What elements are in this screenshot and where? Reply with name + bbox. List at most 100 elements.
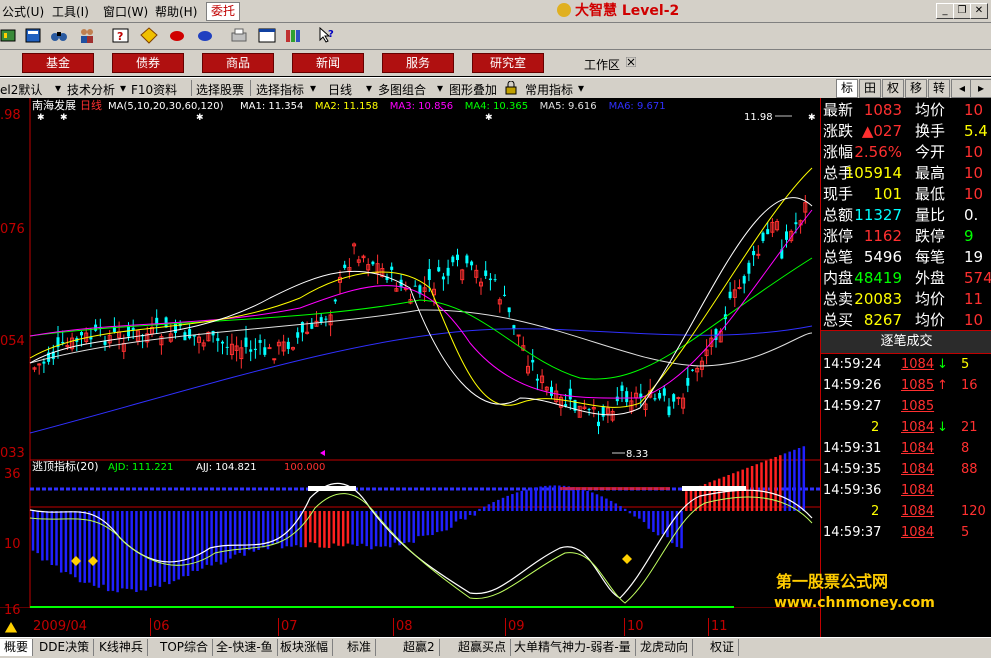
quote-label: 涨跌	[823, 122, 854, 140]
restore-button[interactable]: ❐	[953, 3, 971, 19]
tick-row: 2 1084 ↓ 21	[821, 417, 991, 438]
table-icon[interactable]	[24, 27, 42, 44]
chevron-down-icon[interactable]: ▾	[310, 81, 316, 95]
tab-top[interactable]: TOP综合	[156, 639, 214, 656]
red-leaf-icon[interactable]	[168, 27, 186, 44]
people-icon[interactable]	[78, 27, 96, 44]
quote-value: 20083	[854, 290, 902, 308]
quote-value: 5.4	[964, 122, 988, 140]
select-stock[interactable]: 选择股票	[196, 81, 244, 98]
close-button[interactable]: ✕	[970, 3, 988, 19]
tab-fast-fish[interactable]: 全-快速-鱼	[212, 639, 278, 656]
nav-research[interactable]: 研究室	[472, 53, 544, 73]
tab-kline-god[interactable]: K线神兵	[95, 639, 148, 656]
tab-quote[interactable]: 标	[836, 79, 858, 98]
multi-chart[interactable]: 多图组合	[378, 81, 426, 98]
tab-standard[interactable]: 标准	[343, 639, 377, 656]
close-icon[interactable]	[626, 57, 636, 67]
tab-dde[interactable]: DDE决策	[35, 639, 95, 656]
lock-icon[interactable]	[505, 81, 517, 95]
chevron-down-icon[interactable]: ▾	[437, 81, 443, 95]
chevron-down-icon[interactable]: ▾	[55, 81, 61, 95]
y-label-bottom: 033	[0, 446, 25, 461]
tab-transfer[interactable]: 转	[928, 79, 950, 98]
tick-row: 14:59:35 1084 88	[821, 459, 991, 480]
tab-warrant[interactable]: 权证	[706, 639, 740, 656]
layout-default[interactable]: el2默认	[0, 81, 42, 98]
tick-volume: 16	[961, 378, 978, 393]
chevron-down-icon[interactable]: ▾	[366, 81, 372, 95]
tick-time: 14:59:27	[823, 399, 882, 414]
tab-super-win-buy[interactable]: 超赢买点	[454, 639, 512, 656]
period-daily[interactable]: 日线	[328, 81, 352, 98]
quote-value: ▲027	[861, 122, 902, 140]
logo-icon	[557, 3, 571, 17]
date-label: 07	[281, 619, 298, 634]
indicator-name: 逃顶指标(20)	[32, 459, 99, 473]
separator	[250, 80, 251, 96]
quote-value: 2.56%	[854, 143, 902, 161]
common-indicators[interactable]: 常用指标	[525, 81, 573, 98]
entrust-button[interactable]: 委托	[206, 2, 241, 21]
tick-price: 1084	[901, 525, 935, 540]
tab-dragon[interactable]: 龙虎动向	[636, 639, 694, 656]
binoculars-icon[interactable]	[50, 27, 68, 44]
function-bar: el2默认 ▾ 技术分析 ▾ F10资料 选择股票 选择指标 ▾ 日线 ▾ 多图…	[0, 77, 991, 99]
f10-info[interactable]: F10资料	[131, 81, 177, 98]
tick-time: 14:59:36	[823, 483, 882, 498]
tick-time: 14:59:37	[823, 525, 882, 540]
workspace-label[interactable]: 工作区	[584, 56, 620, 73]
warning-icon[interactable]	[3, 620, 19, 634]
quote-row: 涨幅 2.56% 今开 10	[821, 142, 991, 163]
nav-service[interactable]: 服务	[382, 53, 454, 73]
tab-rights[interactable]: 权	[882, 79, 904, 98]
date-label: 10	[627, 619, 644, 634]
tab-move[interactable]: 移	[905, 79, 927, 98]
chevron-down-icon[interactable]: ▾	[578, 81, 584, 95]
quote-label: 今开	[915, 143, 946, 161]
chart-overlay[interactable]: 图形叠加	[449, 81, 497, 98]
diamond-icon[interactable]	[140, 27, 158, 44]
date-label: 08	[396, 619, 413, 634]
quote-value: 10	[964, 143, 984, 161]
window-icon[interactable]	[258, 27, 276, 44]
menu-help[interactable]: 帮助(H)	[155, 3, 197, 20]
nav-commodity[interactable]: 商品	[202, 53, 274, 73]
nav-news[interactable]: 新闻	[292, 53, 364, 73]
chevron-down-icon[interactable]: ▾	[120, 81, 126, 95]
tab-grid[interactable]: 田	[859, 79, 881, 98]
chart-icon[interactable]	[0, 27, 18, 44]
kline-chart[interactable]: 南海发展 日线 MA(5,10,20,30,60,120) MA1: 11.35…	[0, 98, 820, 608]
menu-formula[interactable]: 公式(U)	[2, 3, 44, 20]
tech-analysis[interactable]: 技术分析	[67, 81, 115, 98]
quote-value: 10	[964, 164, 984, 182]
date-label: 09	[508, 619, 525, 634]
tick-header[interactable]: 逐笔成交	[821, 330, 991, 354]
tab-summary[interactable]: 概要	[0, 639, 34, 656]
tab-sector-rise[interactable]: 板块涨幅	[276, 639, 334, 656]
nav-fund[interactable]: 基金	[22, 53, 94, 73]
tab-super-win2[interactable]: 超赢2	[399, 639, 440, 656]
tab-big-order[interactable]: 大单精气神力-弱者-量	[510, 639, 636, 656]
question-icon[interactable]: ?	[112, 27, 130, 44]
quote-value: 9	[964, 227, 974, 245]
date-axis: 2009/04 06 07 08 09 10 11	[0, 618, 820, 636]
tick-price: 1085	[901, 399, 935, 414]
ind-y-label-2: 10	[4, 537, 21, 552]
watermark-text: 第一股票公式网	[776, 572, 889, 591]
quote-value: 10	[964, 311, 984, 329]
help-cursor-icon[interactable]: ?	[318, 27, 336, 44]
nav-bond[interactable]: 债券	[112, 53, 184, 73]
books-icon[interactable]	[284, 27, 302, 44]
quote-value: 1162	[863, 227, 902, 245]
quote-label: 总笔	[823, 248, 854, 266]
scroll-right-button[interactable]: ▸	[970, 79, 991, 98]
quote-value: 11	[964, 290, 984, 308]
svg-text:?: ?	[328, 29, 334, 40]
blue-leaf-icon[interactable]	[196, 27, 214, 44]
select-indicator[interactable]: 选择指标	[256, 81, 304, 98]
menu-window[interactable]: 窗口(W)	[103, 3, 148, 20]
print-icon[interactable]	[230, 27, 248, 44]
minimize-button[interactable]: _	[936, 3, 954, 19]
menu-tools[interactable]: 工具(I)	[52, 3, 89, 20]
